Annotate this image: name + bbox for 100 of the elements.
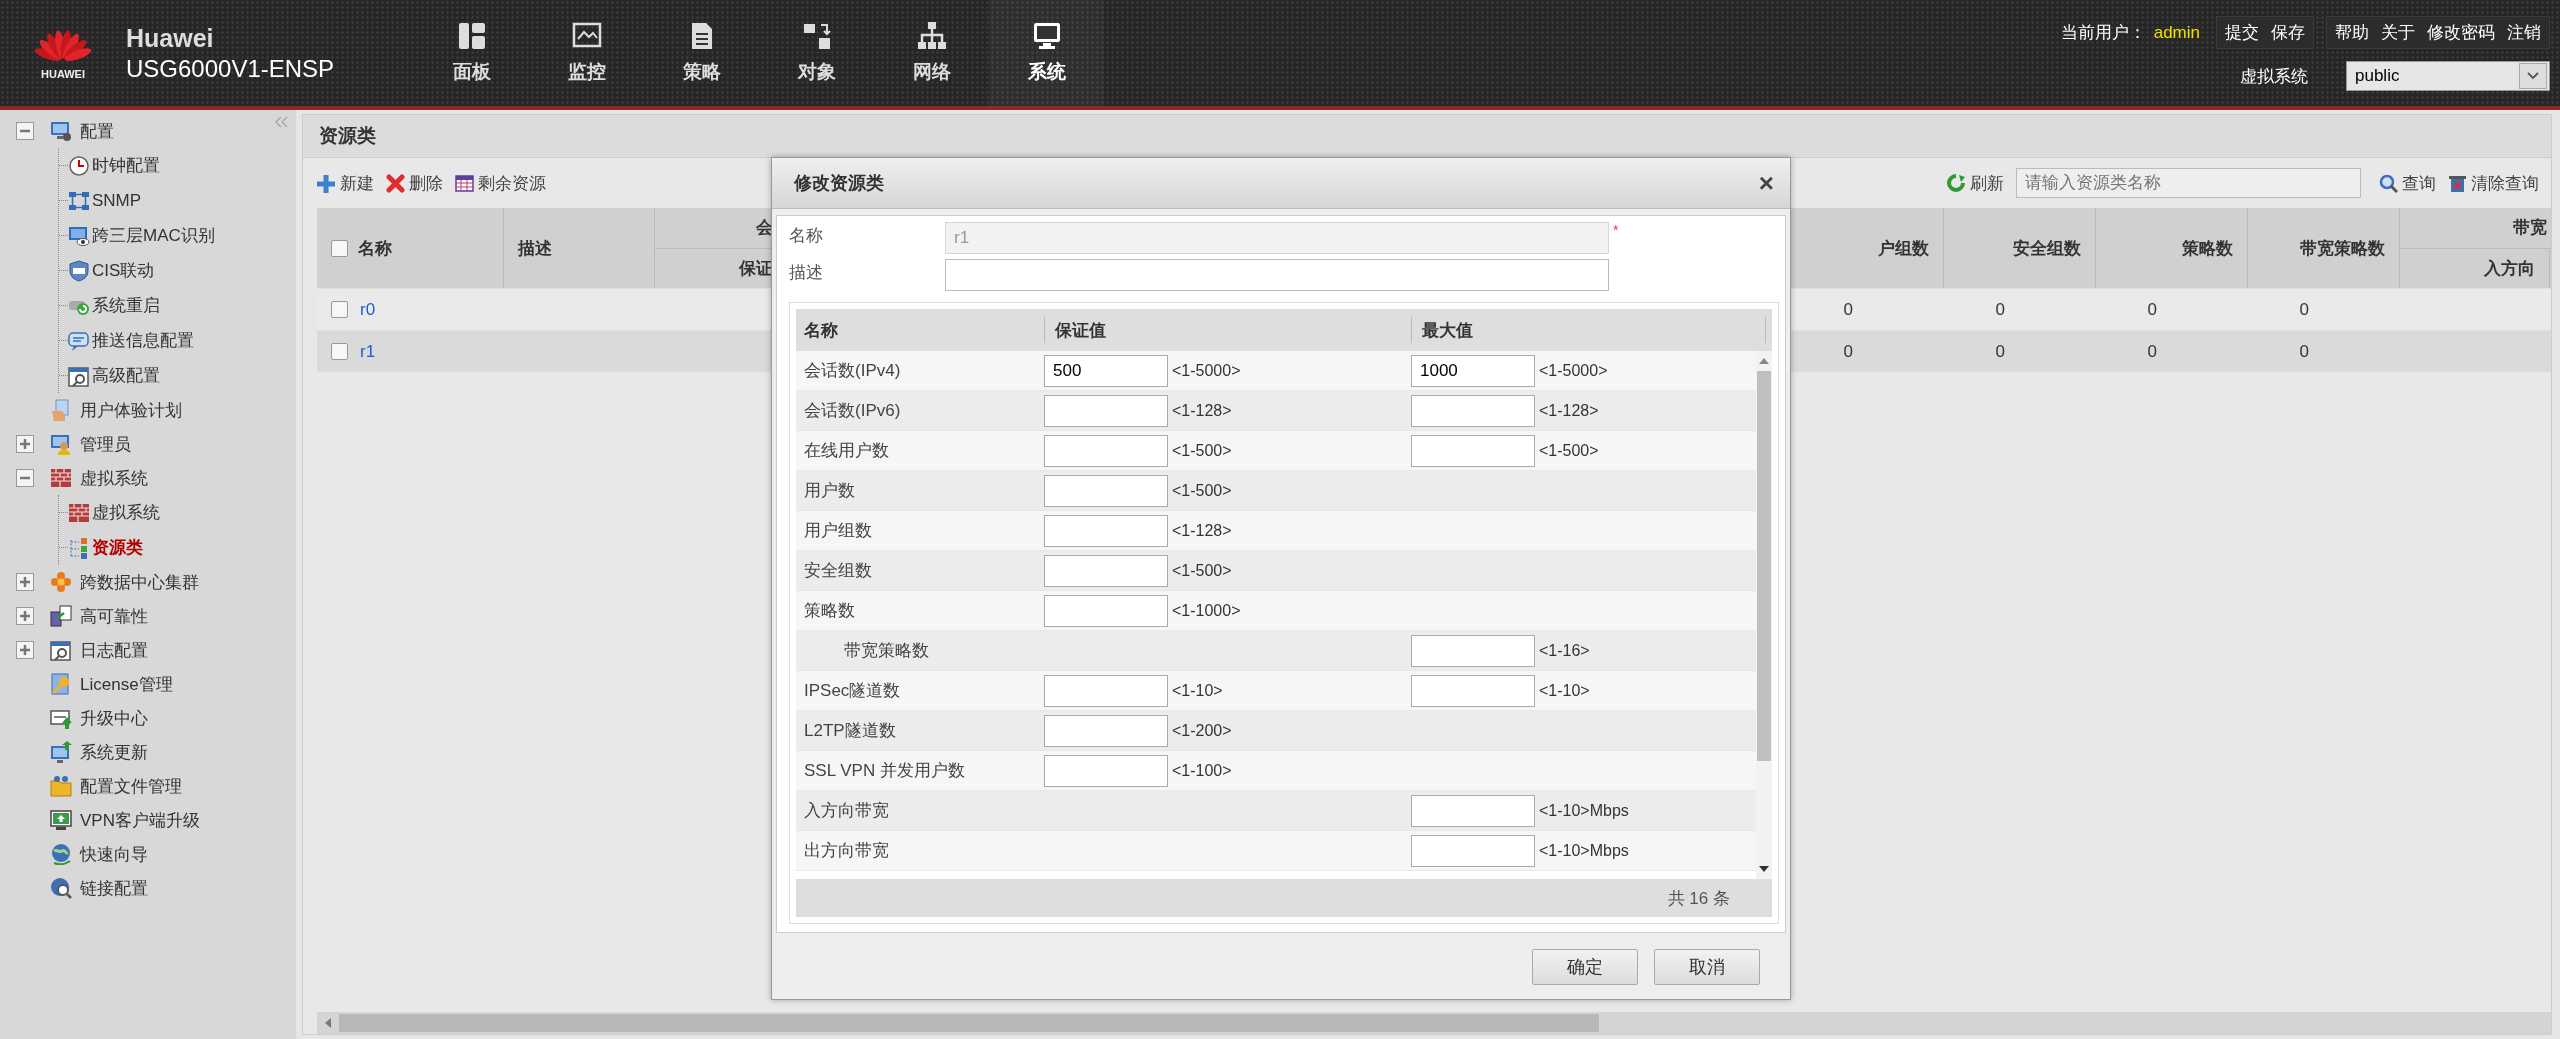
range-hint: <1-10> xyxy=(1172,681,1223,700)
user-name: admin xyxy=(2153,22,2200,43)
column-header: 策略数 xyxy=(2182,237,2233,260)
sidebar-item[interactable]: 升级中心 xyxy=(80,706,148,730)
nav-tab[interactable]: 面板 xyxy=(414,0,529,106)
user-label: 当前用户： xyxy=(2060,22,2146,44)
number-field[interactable]: 1000 xyxy=(1411,354,1535,387)
field-label: 描述 xyxy=(789,262,824,284)
sidebar-item[interactable]: 系统重启 xyxy=(92,294,160,317)
range-hint: <1-10>Mbps xyxy=(1539,801,1629,820)
range-hint: <1-200> xyxy=(1172,721,1232,740)
sidebar-item[interactable]: VPN客户端升级 xyxy=(80,808,200,832)
range-hint: <1-1000> xyxy=(1172,601,1241,620)
sidebar-item[interactable]: 日志配置 xyxy=(80,638,148,662)
range-hint: <1-100> xyxy=(1172,761,1232,780)
range-hint: <1-5000> xyxy=(1172,361,1241,380)
sidebar-item[interactable]: CIS联动 xyxy=(92,259,155,282)
resource-name: 会话数(IPv4) xyxy=(803,360,902,382)
table-cell-text: 0 xyxy=(1994,340,2006,363)
column-header: 保证值 xyxy=(1044,317,1411,343)
sidebar-item[interactable]: 高可靠性 xyxy=(80,604,148,628)
search-field[interactable]: 请输入资源类名称 xyxy=(2016,168,2361,198)
sidebar-item[interactable]: 跨数据中心集群 xyxy=(80,570,199,594)
nav-tab[interactable]: 策略 xyxy=(644,0,759,106)
header-link[interactable]: 提交 xyxy=(2225,21,2259,44)
record-count: 共 16 条 xyxy=(1667,887,1730,910)
sidebar-item[interactable]: 管理员 xyxy=(80,432,131,456)
dialog-title: 修改资源类 xyxy=(794,172,884,195)
sidebar-item[interactable]: 链接配置 xyxy=(80,876,148,900)
range-hint: <1-128> xyxy=(1539,401,1599,420)
column-group-header: 带宽 xyxy=(2400,208,2551,249)
sidebar-item[interactable]: 跨三层MAC识别 xyxy=(92,224,215,247)
nav-tab[interactable]: 监控 xyxy=(529,0,644,106)
field-label: 名称 xyxy=(789,225,824,247)
table-cell-text: 0 xyxy=(1994,298,2006,321)
clear-search-button[interactable]: 清除查询 xyxy=(2448,171,2539,195)
sidebar-item[interactable]: SNMP xyxy=(92,190,142,211)
column-header: 带宽策略数 xyxy=(2300,237,2385,260)
sidebar-item[interactable]: 系统更新 xyxy=(80,740,148,764)
dialog-button[interactable]: 确定 xyxy=(1532,949,1638,985)
toolbar-button[interactable]: 删除 xyxy=(386,171,443,195)
resource-name: L2TP隧道数 xyxy=(803,720,897,742)
brand-name: Huawei xyxy=(126,23,215,53)
column-header: 户组数 xyxy=(1878,237,1929,260)
range-hint: <1-5000> xyxy=(1539,361,1608,380)
range-hint: <1-500> xyxy=(1172,481,1232,500)
table-cell-text: 0 xyxy=(1842,298,1854,321)
panel-title: 资源类 xyxy=(319,124,376,148)
nav-tab[interactable]: 系统 xyxy=(989,0,1104,106)
resource-name: 安全组数 xyxy=(803,560,873,582)
resource-name: 入方向带宽 xyxy=(803,800,890,822)
number-field[interactable]: 500 xyxy=(1044,354,1168,387)
dialog-button[interactable]: 取消 xyxy=(1654,949,1760,985)
header-link[interactable]: 关于 xyxy=(2381,21,2415,44)
range-hint: <1-500> xyxy=(1539,441,1599,460)
resource-link[interactable]: r1 xyxy=(360,341,376,362)
resource-name: IPSec隧道数 xyxy=(803,680,902,702)
nav-tab[interactable]: 对象 xyxy=(759,0,874,106)
sidebar-item[interactable]: 虚拟系统 xyxy=(92,501,160,524)
logo-text: HUAWEI xyxy=(41,68,85,80)
sidebar-item[interactable]: 虚拟系统 xyxy=(80,466,148,490)
close-button[interactable]: × xyxy=(1758,170,1774,196)
resource-name: 出方向带宽 xyxy=(803,840,890,862)
range-hint: <1-128> xyxy=(1172,521,1232,540)
sidebar-item[interactable]: 用户体验计划 xyxy=(80,398,182,422)
range-hint: <1-16> xyxy=(1539,641,1590,660)
range-hint: <1-128> xyxy=(1172,401,1232,420)
sidebar-item[interactable]: 高级配置 xyxy=(92,364,160,387)
resource-link[interactable]: r0 xyxy=(360,299,376,320)
toolbar-button[interactable]: 剩余资源 xyxy=(455,171,546,195)
header-link[interactable]: 保存 xyxy=(2271,21,2305,44)
sidebar-item[interactable]: 快速向导 xyxy=(80,842,148,866)
resource-name: SSL VPN 并发用户数 xyxy=(803,760,966,782)
sidebar-item[interactable]: 资源类 xyxy=(92,536,143,559)
sidebar-item[interactable]: License管理 xyxy=(80,672,173,696)
column-header: 最大值 xyxy=(1411,317,1766,343)
toolbar-button[interactable]: 新建 xyxy=(317,171,374,195)
required-mark: * xyxy=(1613,222,1619,238)
resource-name: 会话数(IPv6) xyxy=(803,400,902,422)
header-link[interactable]: 帮助 xyxy=(2335,21,2369,44)
column-header: 名称 xyxy=(803,319,839,342)
table-cell-text: 0 xyxy=(2146,340,2158,363)
resource-name: 用户组数 xyxy=(803,520,873,542)
nav-tab[interactable]: 网络 xyxy=(874,0,989,106)
sidebar-item[interactable]: 时钟配置 xyxy=(92,154,160,177)
search-button[interactable]: 查询 xyxy=(2379,171,2436,195)
header-link[interactable]: 修改密码 xyxy=(2427,21,2495,44)
sidebar-item[interactable]: 配置文件管理 xyxy=(80,774,182,798)
resource-name: 策略数 xyxy=(803,600,856,622)
vsys-dropdown[interactable]: public xyxy=(2346,61,2550,91)
sidebar-item[interactable]: 配置 xyxy=(80,119,114,143)
sidebar-item[interactable]: 推送信息配置 xyxy=(92,329,194,352)
resource-name: 用户数 xyxy=(803,480,856,502)
range-hint: <1-500> xyxy=(1172,561,1232,580)
product-model: USG6000V1-ENSP xyxy=(126,54,336,83)
table-cell-text: 0 xyxy=(1842,340,1854,363)
range-hint: <1-500> xyxy=(1172,441,1232,460)
refresh-button[interactable]: 刷新 xyxy=(1947,171,2004,195)
resource-name: 带宽策略数 xyxy=(843,640,930,662)
header-link[interactable]: 注销 xyxy=(2507,21,2541,44)
